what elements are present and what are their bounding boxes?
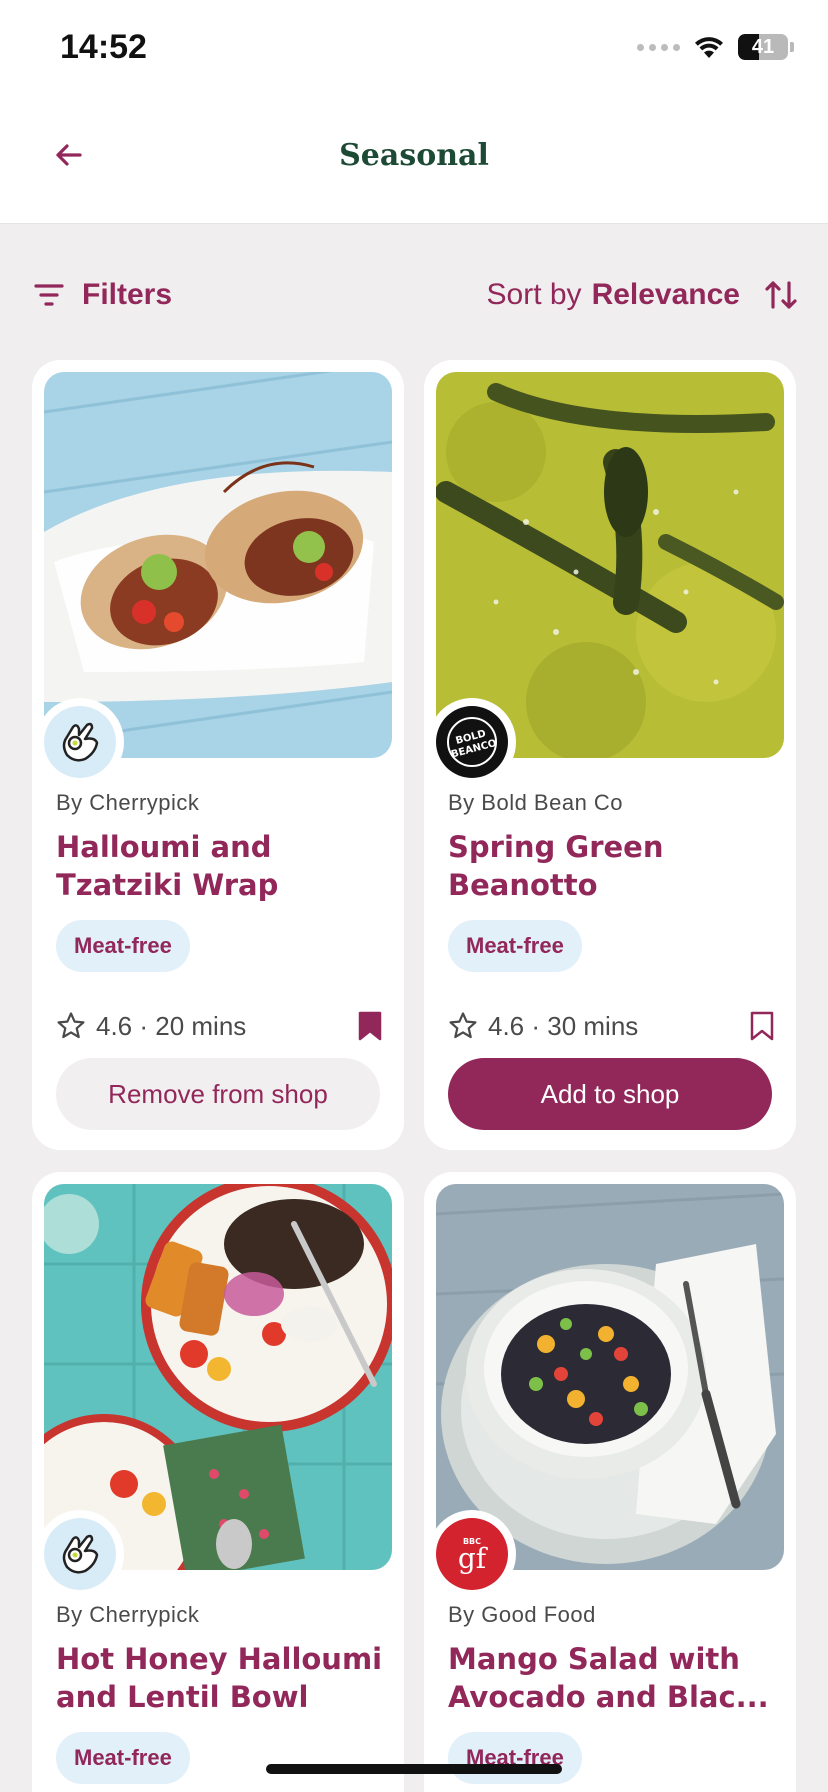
publisher-logo: BBC gf [428,1510,516,1598]
battery-icon: 41 [738,34,788,60]
recipe-title[interactable]: Hot Honey Halloumi and Lentil Bowl [56,1640,386,1716]
recipe-title[interactable]: Mango Salad with Avocado and Blac... [448,1640,778,1716]
publisher-name: By Bold Bean Co [448,790,624,815]
star-icon [57,1012,85,1039]
bold-bean-logo: BOLD BEANCO [447,717,498,767]
publisher-name: By Good Food [448,1602,596,1627]
home-indicator [266,1764,562,1774]
rating-row: 4.6 · 20 mins [56,1006,382,1046]
wifi-icon [695,37,723,58]
filters-label: Filters [82,278,173,311]
rating-time: 4.6 · 20 mins [96,1010,247,1041]
recipe-title[interactable]: Spring Green Beanotto [448,828,778,904]
publisher-name: By Cherrypick [56,790,200,815]
publisher-logo: BOLD BEANCO [428,698,516,786]
filter-icon [34,284,64,306]
status-indicators: 41 [637,34,794,60]
publisher-logo [36,1510,124,1598]
bookmark-filled-icon [358,1011,382,1041]
cherrypick-hand-icon [62,722,99,762]
cellular-signal-icon [637,43,680,51]
recipe-title[interactable]: Halloumi and Tzatziki Wrap [56,828,386,904]
bookmark-button[interactable] [358,1011,382,1041]
recipe-card[interactable]: By Cherrypick Halloumi and Tzatziki Wrap… [32,360,404,1150]
nav-header: Seasonal [0,100,828,224]
status-bar: 14:52 41 [0,0,828,100]
diet-tag: Meat-free [448,920,582,972]
publisher-logo [36,698,124,786]
cherrypick-hand-icon [62,1534,99,1574]
star-icon [449,1012,477,1039]
rating-row: 4.6 · 30 mins [448,1006,774,1046]
page-title: Seasonal [339,138,489,173]
bookmark-outline-icon [750,1011,774,1041]
status-time: 14:52 [60,28,147,66]
sort-value: Relevance [591,278,740,311]
recipe-card[interactable]: BOLD BEANCO By Bold Bean Co Spring Green… [424,360,796,1150]
publisher-name: By Cherrypick [56,1602,200,1627]
sort-prefix: Sort by [486,278,582,311]
recipe-card[interactable]: By Cherrypick Hot Honey Halloumi and Len… [32,1172,404,1792]
sort-arrows-icon [765,281,797,309]
battery-level: 41 [751,35,775,58]
filters-button[interactable]: Filters [34,278,172,312]
toolbar: Filters Sort by Relevance [0,270,828,330]
rating-time: 4.6 · 30 mins [488,1010,639,1041]
svg-text:gf: gf [458,1542,489,1575]
add-to-shop-button[interactable]: Add to shop [448,1058,772,1130]
diet-tag: Meat-free [448,1732,582,1784]
diet-tag: Meat-free [56,920,190,972]
bbc-good-food-logo: BBC gf [458,1537,489,1575]
recipe-card[interactable]: BBC gf By Good Food Mango Salad with Avo… [424,1172,796,1792]
remove-from-shop-button[interactable]: Remove from shop [56,1058,380,1130]
diet-tag: Meat-free [56,1732,190,1784]
screen: 14:52 41 Seasonal Filters Sort by Releva… [0,0,828,1792]
sort-control[interactable]: Sort by Relevance [487,278,798,312]
bookmark-button[interactable] [750,1011,774,1041]
